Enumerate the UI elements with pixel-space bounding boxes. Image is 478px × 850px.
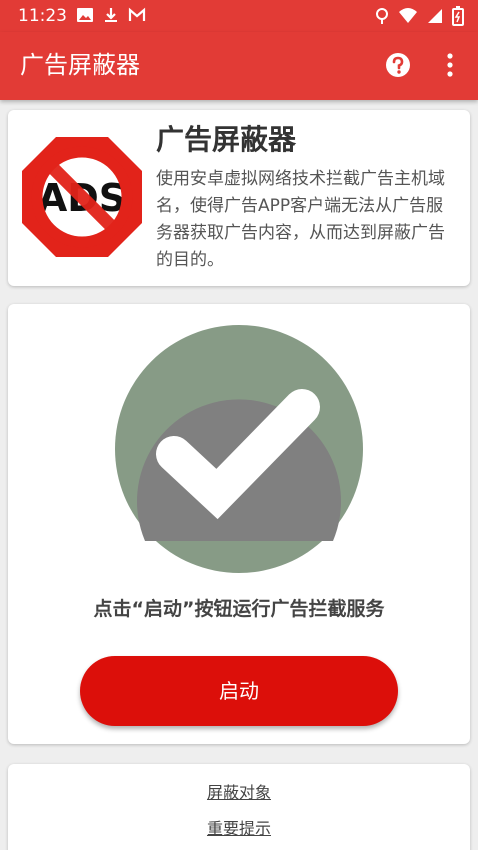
app-title: 广告屏蔽器	[20, 51, 140, 79]
start-button[interactable]: 启动	[80, 656, 398, 726]
important-notice-link[interactable]: 重要提示	[8, 818, 470, 840]
start-hint: 点击“启动”按钮运行广告拦截服务	[93, 598, 385, 620]
image-icon	[76, 6, 94, 28]
status-time: 11:23	[18, 6, 67, 26]
status-bar: 11:23	[0, 0, 478, 32]
more-vert-icon[interactable]	[440, 52, 460, 78]
gmail-icon	[128, 6, 146, 28]
blocked-targets-link[interactable]: 屏蔽对象	[8, 782, 470, 804]
signal-icon	[426, 7, 444, 29]
battery-icon	[452, 6, 464, 30]
help-icon[interactable]	[385, 52, 411, 78]
intro-title: 广告屏蔽器	[156, 123, 297, 156]
wifi-icon	[398, 7, 418, 29]
ads-logo: ADS	[20, 135, 144, 259]
download-icon	[102, 6, 120, 28]
location-icon	[374, 7, 390, 29]
intro-card: ADS 广告屏蔽器 使用安卓虚拟网络技术拦截广告主机域名，使得广告APP客户端无…	[8, 110, 470, 286]
status-indicator	[114, 324, 364, 574]
intro-description: 使用安卓虚拟网络技术拦截广告主机域名，使得广告APP客户端无法从广告服务器获取广…	[156, 169, 445, 270]
links-card: 屏蔽对象 重要提示	[8, 764, 470, 850]
status-card: 点击“启动”按钮运行广告拦截服务 启动	[8, 304, 470, 744]
app-bar: 广告屏蔽器	[0, 32, 478, 100]
